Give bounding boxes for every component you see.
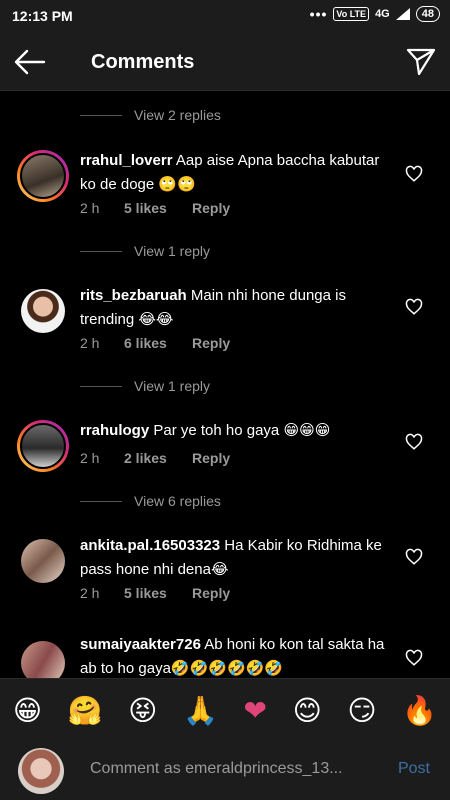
paper-plane-icon <box>406 48 436 76</box>
avatar[interactable] <box>17 535 69 587</box>
smile-emoji-button[interactable]: 😊 <box>293 696 322 726</box>
comment-username[interactable]: rits_bezbaruah <box>80 287 187 304</box>
heart-icon[interactable] <box>405 649 423 667</box>
reply-button[interactable]: Reply <box>192 335 230 351</box>
view-replies-label: View 6 replies <box>134 493 221 509</box>
quick-emoji-bar: 😁 🤗 😝 🙏 ❤ 😊 😏 🔥 <box>0 678 450 743</box>
comment-input[interactable]: Comment as emeraldprincess_13... <box>90 760 380 778</box>
comment-item: rits_bezbaruah Main nhi hone dunga is tr… <box>0 278 450 358</box>
view-replies-button[interactable]: View 2 replies <box>80 105 221 125</box>
avatar-image <box>21 539 65 583</box>
signal-icon <box>395 8 410 20</box>
avatar[interactable] <box>17 637 69 678</box>
view-replies-label: View 2 replies <box>134 107 221 123</box>
arrow-left-icon <box>14 49 46 75</box>
divider <box>80 500 122 502</box>
comment-body: ankita.pal.16503323 Ha Kabir ko Ridhima … <box>80 534 390 582</box>
heart-emoji-button[interactable]: ❤ <box>243 696 266 726</box>
page-title: Comments <box>91 51 195 73</box>
heart-icon[interactable] <box>405 165 423 183</box>
view-replies-label: View 1 reply <box>134 243 211 259</box>
reply-button[interactable]: Reply <box>192 200 230 216</box>
network-label: 4G <box>375 8 390 20</box>
avatar[interactable] <box>17 150 69 202</box>
avatar <box>18 748 64 794</box>
comment-time: 2 h <box>80 450 100 466</box>
comment-item: rrahul_loverr Aap aise Apna baccha kabut… <box>0 143 450 223</box>
likes-count[interactable]: 2 likes <box>124 450 192 466</box>
avatar-image <box>21 641 65 678</box>
heart-icon[interactable] <box>405 433 423 451</box>
view-replies-button[interactable]: View 6 replies <box>80 491 221 511</box>
comment-body: rrahul_loverr Aap aise Apna baccha kabut… <box>80 149 390 197</box>
comment-username[interactable]: sumaiyaakter726 <box>80 636 201 653</box>
divider <box>80 385 122 387</box>
view-replies-button[interactable]: View 1 reply <box>80 376 210 396</box>
comment-time: 2 h <box>80 585 100 601</box>
divider <box>80 250 122 252</box>
comment-body: rits_bezbaruah Main nhi hone dunga is tr… <box>80 284 390 332</box>
grin-emoji-button[interactable]: 😁 <box>13 696 42 726</box>
reply-button[interactable]: Reply <box>192 585 230 601</box>
smirk-emoji-button[interactable]: 😏 <box>347 696 376 726</box>
comment-username[interactable]: ankita.pal.16503323 <box>80 537 220 554</box>
comments-feed[interactable]: View 2 replies rrahul_loverr Aap aise Ap… <box>0 91 450 678</box>
heart-icon[interactable] <box>405 548 423 566</box>
pray-emoji-button[interactable]: 🙏 <box>183 696 218 726</box>
volte-badge: Vo LTE <box>333 7 370 21</box>
notification-dots: ••• <box>309 6 328 22</box>
battery-indicator: 48 <box>415 6 440 22</box>
comment-username[interactable]: rrahul_loverr <box>80 152 173 169</box>
comment-meta: 2 h 5 likes Reply <box>80 200 230 216</box>
view-replies-label: View 1 reply <box>134 378 211 394</box>
comment-time: 2 h <box>80 200 100 216</box>
view-replies-button[interactable]: View 1 reply <box>80 241 210 261</box>
comment-meta: 2 h 2 likes Reply <box>80 450 230 466</box>
avatar-image <box>20 153 66 199</box>
comment-text: Par ye toh ho gaya 😁😁😁 <box>153 422 331 439</box>
hug-emoji-button[interactable]: 🤗 <box>68 696 103 726</box>
heart-icon[interactable] <box>405 298 423 316</box>
likes-count[interactable]: 5 likes <box>124 585 192 601</box>
fire-emoji-button[interactable]: 🔥 <box>402 696 437 726</box>
comment-item: rrahulogy Par ye toh ho gaya 😁😁😁 2 h 2 l… <box>0 413 450 493</box>
comments-header: Comments <box>0 32 450 91</box>
avatar-image <box>21 289 65 333</box>
comment-body: rrahulogy Par ye toh ho gaya 😁😁😁 <box>80 419 390 443</box>
reply-button[interactable]: Reply <box>192 450 230 466</box>
comment-item: sumaiyaakter726 Ab honi ko kon tal sakta… <box>0 629 450 678</box>
divider <box>80 114 122 116</box>
status-time: 12:13 PM <box>12 8 73 24</box>
post-button[interactable]: Post <box>398 760 430 778</box>
avatar[interactable] <box>17 285 69 337</box>
comment-composer: Comment as emeraldprincess_13... Post <box>0 742 450 800</box>
comment-time: 2 h <box>80 335 100 351</box>
comment-body: sumaiyaakter726 Ab honi ko kon tal sakta… <box>80 633 390 678</box>
status-bar: 12:13 PM ••• Vo LTE 4G 48 <box>0 0 450 32</box>
share-button[interactable] <box>404 44 438 78</box>
likes-count[interactable]: 5 likes <box>124 200 192 216</box>
comment-meta: 2 h 6 likes Reply <box>80 335 230 351</box>
tongue-emoji-button[interactable]: 😝 <box>128 696 157 726</box>
likes-count[interactable]: 6 likes <box>124 335 192 351</box>
avatar[interactable] <box>17 420 69 472</box>
comment-item: ankita.pal.16503323 Ha Kabir ko Ridhima … <box>0 528 450 608</box>
back-button[interactable] <box>10 42 50 82</box>
avatar-image <box>20 423 66 469</box>
comment-meta: 2 h 5 likes Reply <box>80 585 230 601</box>
comment-username[interactable]: rrahulogy <box>80 422 149 439</box>
